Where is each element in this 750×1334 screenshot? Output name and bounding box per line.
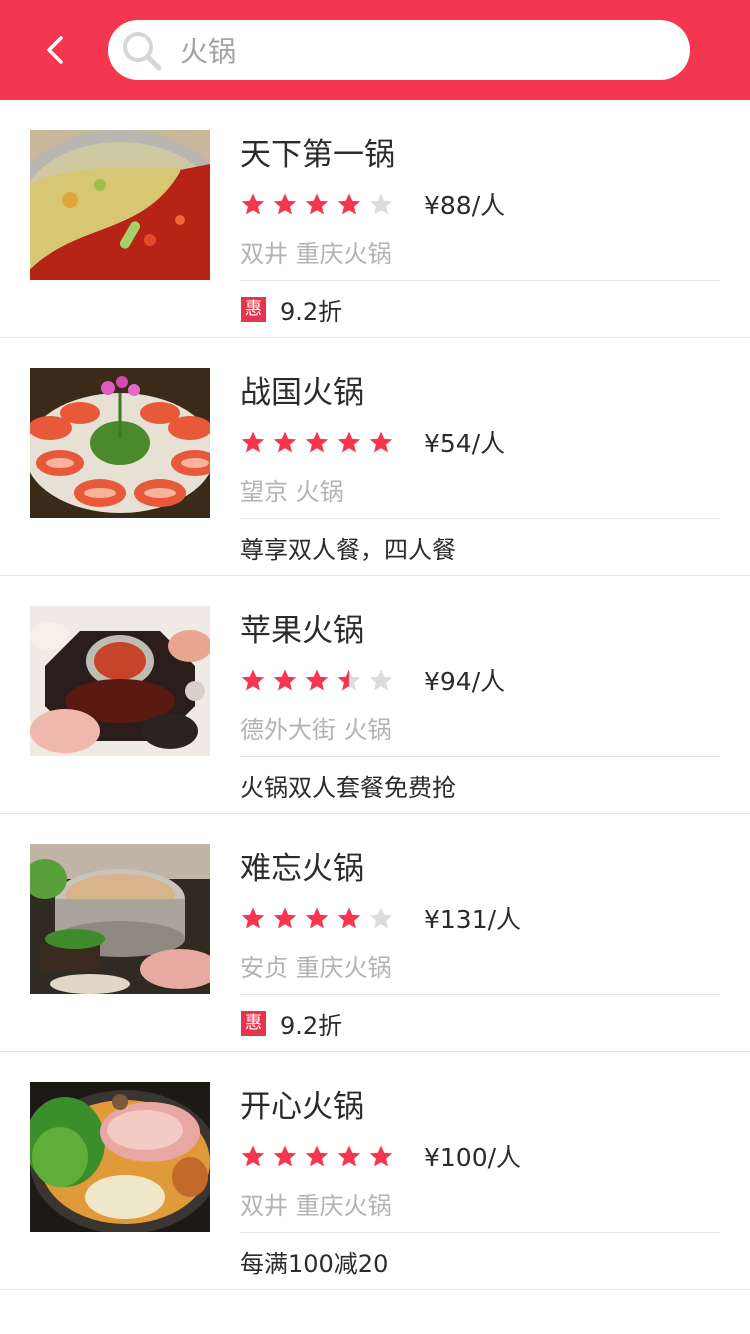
- restaurant-location: 德外大街 火锅: [240, 716, 392, 744]
- star-icon: [241, 1145, 265, 1167]
- star-icon: [241, 193, 265, 215]
- star-icon: [369, 431, 393, 453]
- star-icon: [369, 907, 393, 929]
- discount-badge: 惠: [241, 1010, 266, 1036]
- divider: [240, 756, 720, 757]
- promo-text: 每满100减20: [240, 1249, 389, 1278]
- restaurant-photo: [30, 606, 210, 756]
- restaurant-item[interactable]: 天下第一锅 ¥88/人双井 重庆火锅惠 9.2折: [0, 100, 750, 338]
- search-icon: [123, 32, 162, 71]
- star-icon: [305, 907, 329, 929]
- restaurant-photo: [30, 130, 210, 280]
- star-icon: [369, 193, 393, 215]
- restaurant-name: 战国火锅: [240, 375, 364, 411]
- restaurant-location: 双井 重庆火锅: [240, 1192, 392, 1220]
- star-icon: [337, 1145, 361, 1167]
- star-icon: [337, 193, 361, 215]
- star-icon: [305, 193, 329, 215]
- restaurant-location: 安贞 重庆火锅: [240, 954, 392, 982]
- divider: [240, 518, 720, 519]
- restaurant-name: 难忘火锅: [240, 851, 364, 887]
- promo-line: 惠 9.2折: [240, 290, 342, 328]
- search-input[interactable]: [180, 20, 660, 80]
- star-icon: [241, 669, 265, 691]
- price-per-person: ¥131/人: [424, 905, 522, 934]
- divider: [240, 994, 720, 995]
- restaurant-location: 双井 重庆火锅: [240, 240, 392, 268]
- star-icon: [273, 431, 297, 453]
- restaurant-location: 望京 火锅: [240, 478, 344, 506]
- star-icon: [273, 193, 297, 215]
- restaurant-photo: [30, 368, 210, 518]
- promo-text: 9.2折: [280, 297, 343, 326]
- back-button[interactable]: [32, 26, 80, 74]
- star-icon: [241, 907, 265, 929]
- restaurant-name: 天下第一锅: [240, 137, 395, 173]
- promo-line: 每满100减20: [240, 1242, 388, 1280]
- restaurant-name: 苹果火锅: [240, 613, 364, 649]
- star-icon: [241, 431, 265, 453]
- star-icon: [337, 907, 361, 929]
- star-icon: [273, 1145, 297, 1167]
- promo-text: 9.2折: [280, 1011, 343, 1040]
- price-per-person: ¥54/人: [424, 429, 506, 458]
- star-icon: [337, 431, 361, 453]
- promo-text: 火锅双人套餐免费抢: [240, 773, 456, 802]
- restaurant-item[interactable]: 开心火锅 ¥100/人双井 重庆火锅 每满100减20: [0, 1052, 750, 1290]
- star-icon: [305, 431, 329, 453]
- promo-text: 尊享双人餐，四人餐: [240, 535, 456, 564]
- price-per-person: ¥100/人: [424, 1143, 522, 1172]
- divider: [240, 1232, 720, 1233]
- star-icon: [273, 669, 297, 691]
- search-box[interactable]: [108, 20, 690, 80]
- star-icon: [273, 907, 297, 929]
- restaurant-list: 天下第一锅 ¥88/人 双井 重庆火锅惠 9.2折 战国火锅 ¥54/人 望京 火锅 尊享双人…: [0, 100, 750, 1290]
- star-icon: [369, 1145, 393, 1167]
- restaurant-photo: [30, 1082, 210, 1232]
- promo-line: 火锅双人套餐免费抢: [240, 766, 456, 804]
- top-bar: [0, 0, 750, 100]
- restaurant-item[interactable]: 战国火锅 ¥54/人望京 火锅尊享双人餐，四人餐: [0, 338, 750, 576]
- promo-line: 惠 9.2折: [240, 1004, 342, 1042]
- restaurant-item[interactable]: 苹果火锅 ¥94/人德外大街 火锅火锅双人套餐免费抢: [0, 576, 750, 814]
- restaurant-name: 开心火锅: [240, 1089, 364, 1125]
- star-icon: [337, 669, 361, 691]
- price-per-person: ¥94/人: [424, 667, 506, 696]
- restaurant-item[interactable]: 难忘火锅 ¥131/人安贞 重庆火锅惠 9.2折: [0, 814, 750, 1052]
- price-per-person: ¥88/人: [424, 191, 506, 220]
- star-icon: [305, 1145, 329, 1167]
- chevron-left-icon: [47, 36, 63, 64]
- divider: [240, 280, 720, 281]
- star-icon: [369, 669, 393, 691]
- star-icon: [305, 669, 329, 691]
- discount-badge: 惠: [241, 296, 266, 322]
- restaurant-photo: [30, 844, 210, 994]
- promo-line: 尊享双人餐，四人餐: [240, 528, 456, 566]
